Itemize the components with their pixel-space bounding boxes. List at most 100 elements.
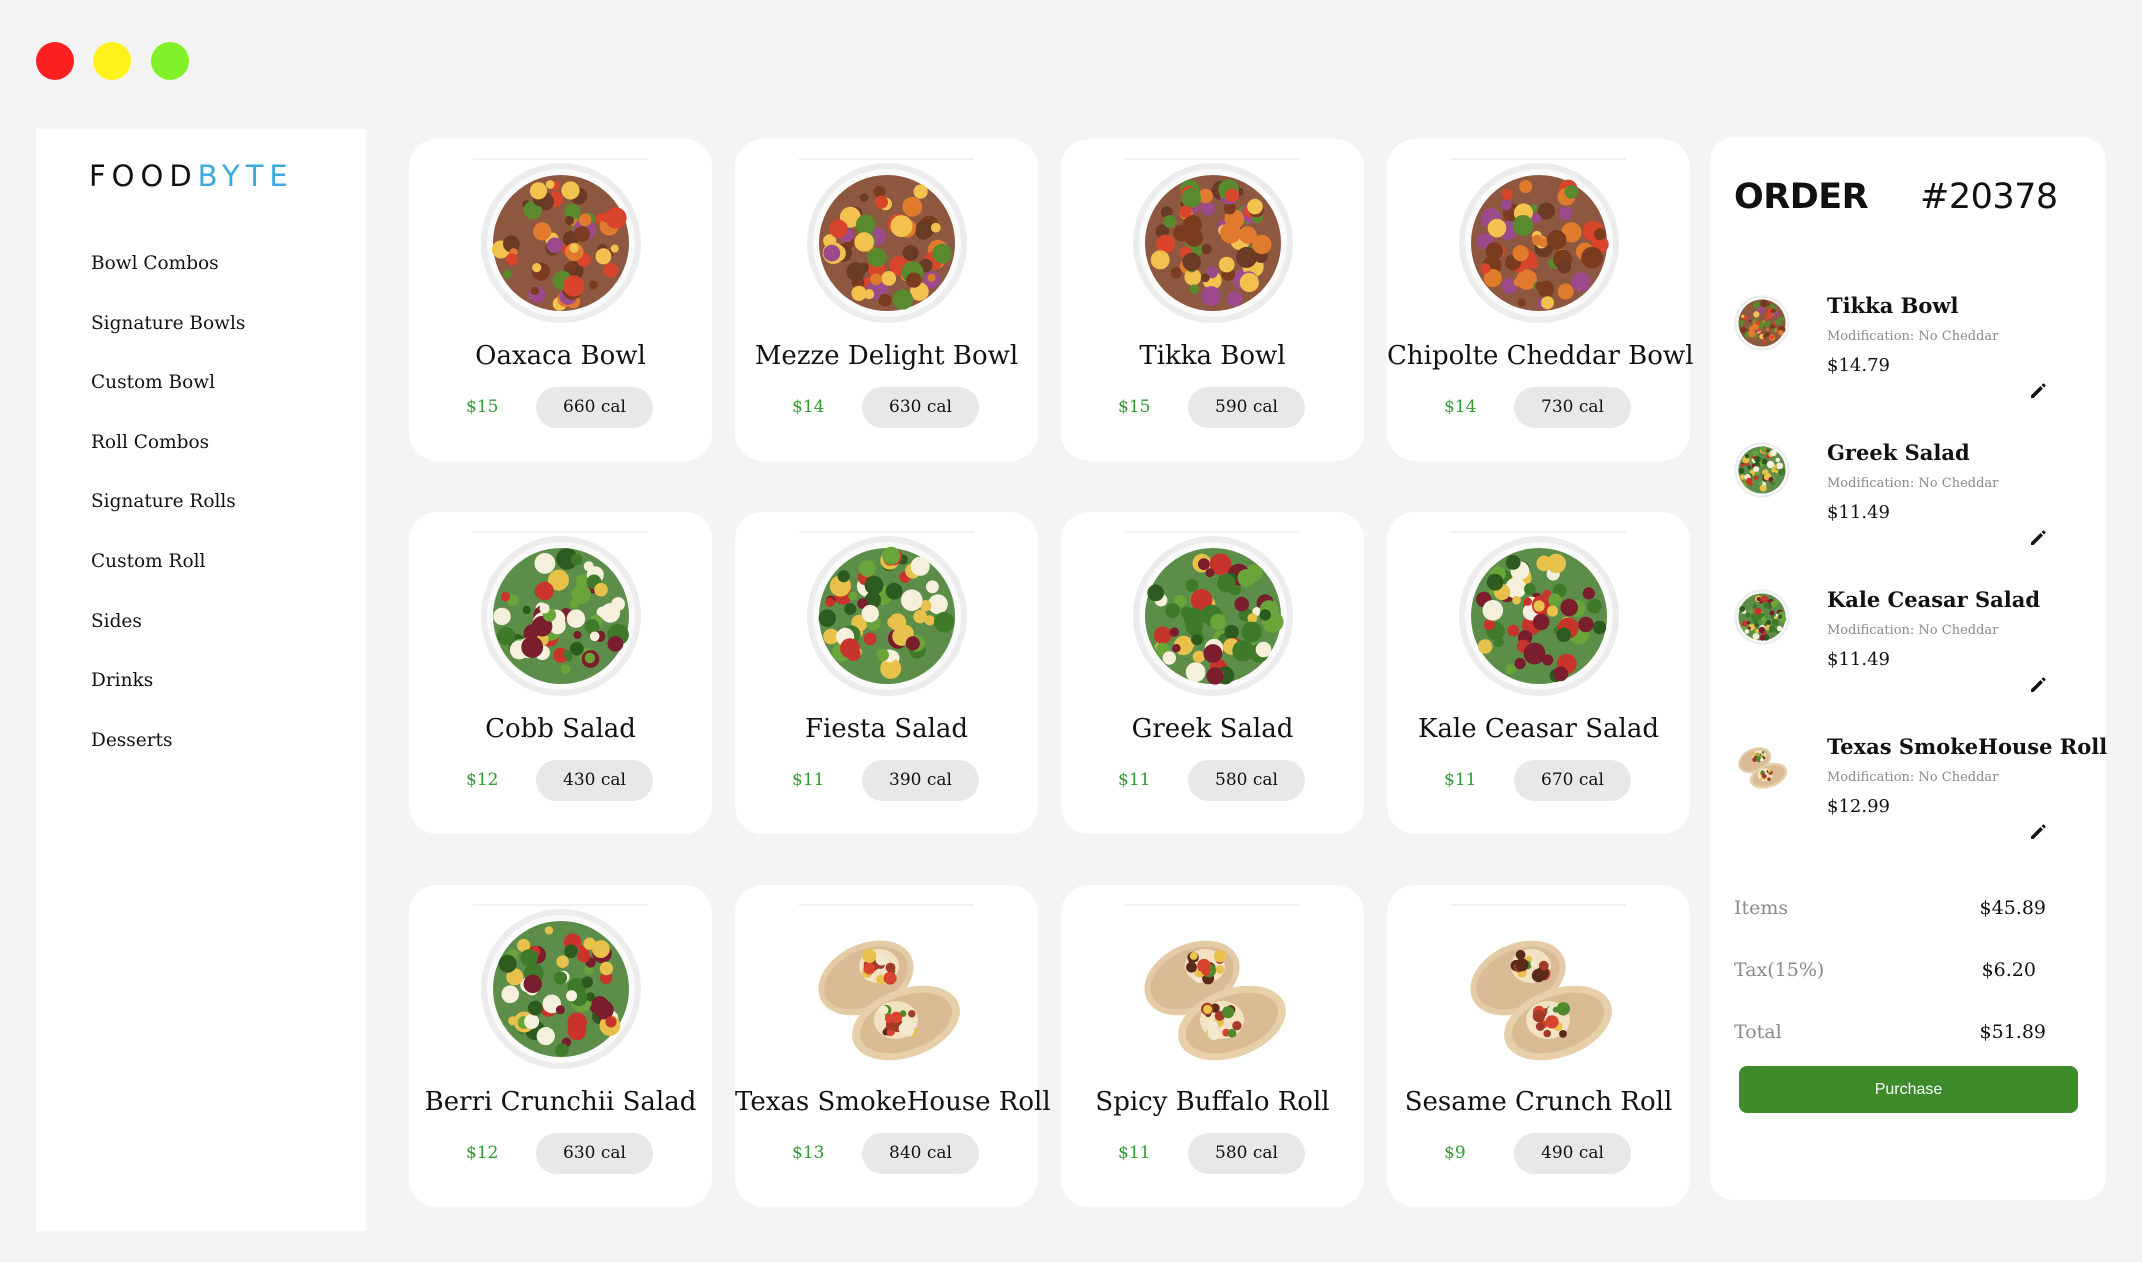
salad-image — [480, 908, 642, 1070]
order-item-kale-ceasar-salad: Kale Ceasar Salad Modification: No Chedd… — [1710, 587, 2106, 709]
calories-badge[interactable]: 390 cal — [862, 760, 979, 801]
nav-item-signature-bowls[interactable]: Signature Bowls — [91, 313, 245, 373]
order-item-modification: Modification: No Cheddar — [1827, 329, 1999, 344]
card-divider — [1451, 904, 1626, 906]
menu-item-name: Kale Ceasar Salad — [1418, 714, 1659, 744]
calories-badge[interactable]: 630 cal — [862, 387, 979, 428]
order-item-modification: Modification: No Cheddar — [1827, 623, 1999, 638]
bowl-image — [1458, 162, 1620, 324]
nav-item-desserts[interactable]: Desserts — [91, 730, 245, 790]
bowl-image — [806, 162, 968, 324]
menu-item-price: $15 — [466, 397, 499, 417]
nav-item-bowl-combos[interactable]: Bowl Combos — [91, 253, 245, 313]
menu-item-name: Greek Salad — [1131, 714, 1294, 744]
salad-image — [1734, 442, 1790, 498]
pencil-icon[interactable] — [2028, 675, 2048, 695]
menu-card-kale-ceasar-salad[interactable]: Kale Ceasar Salad $11 670 cal — [1387, 512, 1690, 834]
menu-card-berri-crunchii-salad[interactable]: Berri Crunchii Salad $12 630 cal — [409, 885, 712, 1207]
order-item-price: $11.49 — [1827, 649, 1890, 670]
menu-card-sesame-crunch-roll[interactable]: Sesame Crunch Roll $9 490 cal — [1387, 885, 1690, 1207]
order-item-name: Texas SmokeHouse Roll — [1827, 734, 2108, 759]
calories-badge[interactable]: 840 cal — [862, 1133, 979, 1174]
menu-card-tikka-bowl[interactable]: Tikka Bowl $15 590 cal — [1061, 139, 1364, 461]
order-item-name: Tikka Bowl — [1827, 293, 1959, 318]
order-item-tikka-bowl: Tikka Bowl Modification: No Cheddar $14.… — [1710, 293, 2106, 415]
calories-badge[interactable]: 580 cal — [1188, 760, 1305, 801]
menu-item-price: $11 — [1444, 770, 1477, 790]
window-minimize-button[interactable] — [93, 42, 131, 80]
nav-item-sides[interactable]: Sides — [91, 611, 245, 671]
calories-badge[interactable]: 580 cal — [1188, 1133, 1305, 1174]
menu-card-spicy-buffalo-roll[interactable]: Spicy Buffalo Roll $11 580 cal — [1061, 885, 1364, 1207]
menu-card-greek-salad[interactable]: Greek Salad $11 580 cal — [1061, 512, 1364, 834]
menu-item-price: $11 — [1118, 1143, 1151, 1163]
total-label: Total — [1734, 1021, 1782, 1043]
card-divider — [473, 158, 648, 160]
order-item-greek-salad: Greek Salad Modification: No Cheddar $11… — [1710, 440, 2106, 562]
menu-item-price: $12 — [466, 770, 499, 790]
menu-card-oaxaca-bowl[interactable]: Oaxaca Bowl $15 660 cal — [409, 139, 712, 461]
calories-badge[interactable]: 660 cal — [536, 387, 653, 428]
menu-item-name: Chipolte Cheddar Bowl — [1387, 341, 1694, 371]
menu-item-name: Spicy Buffalo Roll — [1095, 1087, 1330, 1117]
nav-item-custom-roll[interactable]: Custom Roll — [91, 551, 245, 611]
items-label: Items — [1734, 897, 1789, 919]
total-value: $51.89 — [1979, 1021, 2046, 1043]
menu-item-price: $15 — [1118, 397, 1151, 417]
card-divider — [1125, 904, 1300, 906]
salad-image — [1458, 535, 1620, 697]
menu-item-price: $12 — [466, 1143, 499, 1163]
card-divider — [473, 904, 648, 906]
purchase-button[interactable]: Purchase — [1739, 1066, 2078, 1113]
pencil-icon[interactable] — [2028, 528, 2048, 548]
menu-card-texas-smokehouse-roll[interactable]: Texas SmokeHouse Roll $13 840 cal — [735, 885, 1051, 1207]
nav-item-drinks[interactable]: Drinks — [91, 670, 245, 730]
card-divider — [799, 158, 974, 160]
menu-item-price: $11 — [792, 770, 825, 790]
nav-item-custom-bowl[interactable]: Custom Bowl — [91, 372, 245, 432]
card-divider — [799, 904, 974, 906]
tax-label: Tax(15%) — [1734, 959, 1825, 981]
card-divider — [1451, 531, 1626, 533]
menu-item-price: $14 — [792, 397, 825, 417]
order-panel: ORDER #20378 Tikka Bowl Modification: No… — [1710, 137, 2108, 1200]
menu-card-cobb-salad[interactable]: Cobb Salad $12 430 cal — [409, 512, 712, 834]
order-number: #20378 — [1920, 177, 2058, 217]
card-divider — [1125, 158, 1300, 160]
wrap-image — [1734, 736, 1790, 792]
calories-badge[interactable]: 590 cal — [1188, 387, 1305, 428]
menu-card-mezze-delight-bowl[interactable]: Mezze Delight Bowl $14 630 cal — [735, 139, 1038, 461]
card-divider — [799, 531, 974, 533]
card-divider — [1125, 531, 1300, 533]
menu-item-name: Sesame Crunch Roll — [1404, 1087, 1673, 1117]
calories-badge[interactable]: 730 cal — [1514, 387, 1631, 428]
pencil-icon[interactable] — [2028, 381, 2048, 401]
order-item-name: Greek Salad — [1827, 440, 1970, 465]
order-item-modification: Modification: No Cheddar — [1827, 476, 1999, 491]
order-item-modification: Modification: No Cheddar — [1827, 770, 1999, 785]
menu-item-price: $14 — [1444, 397, 1477, 417]
menu-item-price: $11 — [1118, 770, 1151, 790]
salad-image — [480, 535, 642, 697]
window-close-button[interactable] — [36, 42, 74, 80]
order-item-price: $12.99 — [1827, 796, 1890, 817]
nav-item-signature-rolls[interactable]: Signature Rolls — [91, 491, 245, 551]
wrap-image — [1458, 908, 1620, 1070]
order-item-texas-smokehouse-roll: Texas SmokeHouse Roll Modification: No C… — [1710, 734, 2108, 856]
menu-item-name: Fiesta Salad — [804, 714, 969, 744]
order-item-name: Kale Ceasar Salad — [1827, 587, 2041, 612]
sidebar: FOODBYTE Bowl Combos Signature Bowls Cus… — [36, 129, 366, 1231]
pencil-icon[interactable] — [2028, 822, 2048, 842]
calories-badge[interactable]: 490 cal — [1514, 1133, 1631, 1174]
tax-value: $6.20 — [1981, 959, 2036, 981]
window-maximize-button[interactable] — [151, 42, 189, 80]
order-title: ORDER — [1734, 177, 1869, 217]
menu-card-fiesta-salad[interactable]: Fiesta Salad $11 390 cal — [735, 512, 1038, 834]
menu-card-chipolte-cheddar-bowl[interactable]: Chipolte Cheddar Bowl $14 730 cal — [1387, 139, 1694, 461]
calories-badge[interactable]: 630 cal — [536, 1133, 653, 1174]
calories-badge[interactable]: 670 cal — [1514, 760, 1631, 801]
salad-image — [1734, 589, 1790, 645]
salad-image — [806, 535, 968, 697]
calories-badge[interactable]: 430 cal — [536, 760, 653, 801]
nav-item-roll-combos[interactable]: Roll Combos — [91, 432, 245, 492]
